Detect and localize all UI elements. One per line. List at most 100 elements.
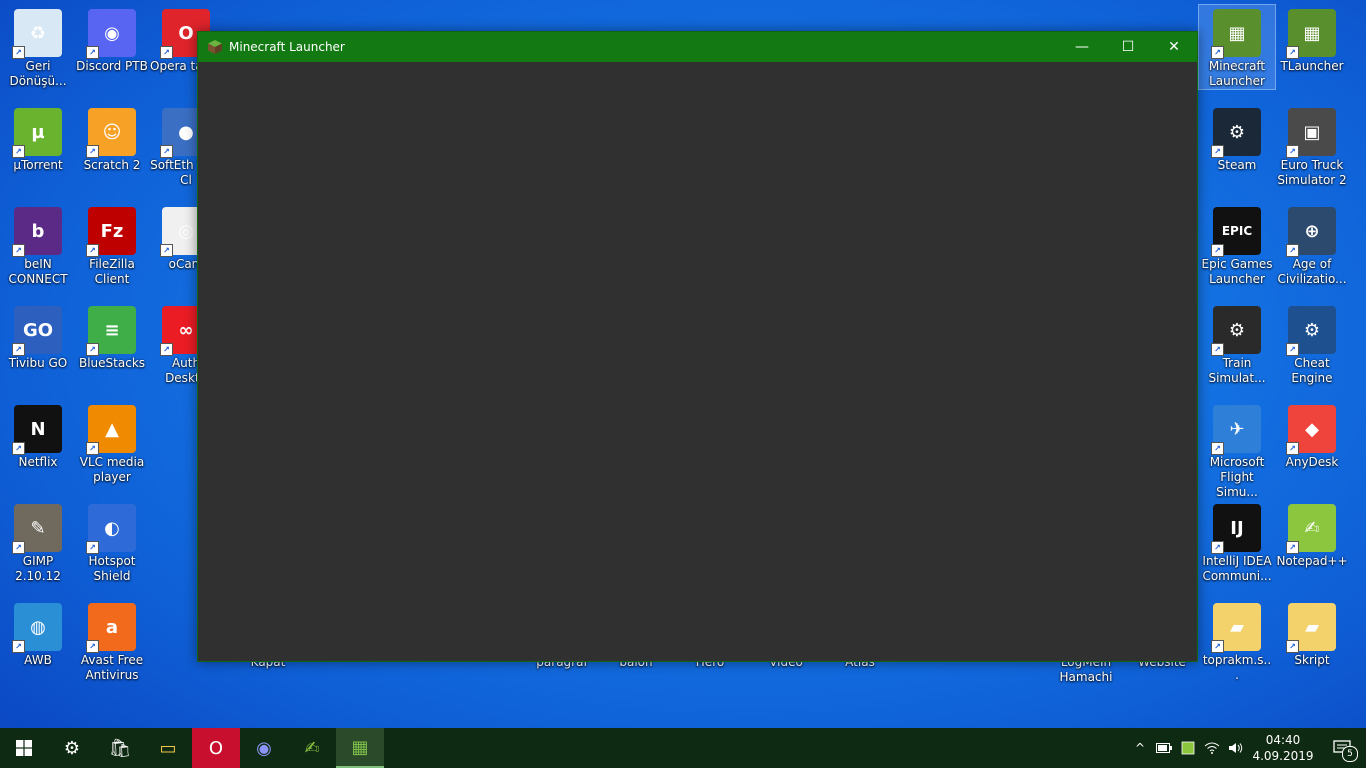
desktop-icon-label: Skript bbox=[1294, 653, 1330, 667]
notepad-tray-icon[interactable] bbox=[1176, 728, 1200, 768]
desktop-icon-netflix[interactable]: N ↗ Netflix bbox=[0, 401, 76, 470]
vlc-icon: ▲ ↗ bbox=[86, 405, 136, 455]
desktop-icon-label: Tivibu GO bbox=[8, 356, 68, 370]
epic-games-icon: EPIC ↗ bbox=[1211, 207, 1261, 257]
taskbar-pinned-apps: ⚙ 🛍 ▭ O ◉ ✍ ▦ bbox=[48, 728, 384, 768]
steam-icon: ⚙ ↗ bbox=[1211, 306, 1261, 356]
desktop-icon-vlc[interactable]: ▲ ↗ VLC media player bbox=[74, 401, 150, 485]
desktop-icon-gimp[interactable]: ✎ ↗ GIMP 2.10.12 bbox=[0, 500, 76, 584]
desktop-icon-scratch[interactable]: ☺ ↗ Scratch 2 bbox=[74, 104, 150, 173]
desktop-icon-msfs[interactable]: ✈ ↗ Microsoft Flight Simu... bbox=[1199, 401, 1275, 500]
desktop-icon-intellij[interactable]: IJ ↗ IntelliJ IDEA Communi... bbox=[1199, 500, 1275, 584]
desktop-icon-label: TLauncher bbox=[1280, 59, 1344, 73]
shortcut-arrow-icon: ↗ bbox=[12, 343, 25, 356]
cheat-engine-icon: ⚙ ↗ bbox=[1286, 306, 1336, 356]
desktop-icon-cheat-engine[interactable]: ⚙ ↗ Cheat Engine bbox=[1274, 302, 1350, 386]
shortcut-arrow-icon: ↗ bbox=[1286, 442, 1299, 455]
taskbar-settings-button[interactable]: ⚙ bbox=[48, 728, 96, 768]
desktop-icon-hotspot[interactable]: ◐ ↗ Hotspot Shield bbox=[74, 500, 150, 584]
settings-icon: ⚙ bbox=[63, 737, 81, 759]
shortcut-arrow-icon: ↗ bbox=[86, 244, 99, 257]
action-center-button[interactable]: 5 bbox=[1318, 728, 1366, 768]
taskbar-store-button[interactable]: 🛍 bbox=[96, 728, 144, 768]
globe-icon: ◍ ↗ bbox=[12, 603, 62, 653]
desktop-icon-label: toprakm.s... bbox=[1202, 653, 1272, 682]
minecraft-icon: ▦ bbox=[351, 736, 369, 758]
hotspot-shield-icon: ◐ ↗ bbox=[86, 504, 136, 554]
folder-icon: ▰ ↗ bbox=[1286, 603, 1336, 653]
shortcut-arrow-icon: ↗ bbox=[86, 640, 99, 653]
taskbar-discord-button[interactable]: ◉ bbox=[240, 728, 288, 768]
desktop-icon-filezilla[interactable]: Fz ↗ FileZilla Client bbox=[74, 203, 150, 287]
chevron-up-icon[interactable]: ^ bbox=[1128, 728, 1152, 768]
wifi-icon[interactable] bbox=[1200, 728, 1224, 768]
desktop-icon-ets2[interactable]: ▣ ↗ Euro Truck Simulator 2 bbox=[1274, 104, 1350, 188]
desktop-icon-label: Netflix bbox=[18, 455, 58, 469]
desktop-icon-minecraft-launcher[interactable]: ▦ ↗ Minecraft Launcher bbox=[1198, 4, 1276, 90]
desktop-icon-skript[interactable]: ▰ ↗ Skript bbox=[1274, 599, 1350, 668]
desktop-icon-toprakm[interactable]: ▰ ↗ toprakm.s... bbox=[1199, 599, 1275, 683]
clock-time: 04:40 bbox=[1265, 733, 1301, 747]
desktop-icon-awb[interactable]: ◍ ↗ AWB bbox=[0, 599, 76, 668]
maximize-button[interactable]: ☐ bbox=[1105, 32, 1151, 62]
desktop-icon-notepadpp[interactable]: ✍ ↗ Notepad++ bbox=[1274, 500, 1350, 569]
scratch-icon: ☺ ↗ bbox=[86, 108, 136, 158]
desktop-icon-bein[interactable]: b ↗ beIN CONNECT bbox=[0, 203, 76, 287]
desktop-icon-label: beIN CONNECT bbox=[8, 257, 68, 286]
shortcut-arrow-icon: ↗ bbox=[12, 244, 25, 257]
shortcut-arrow-icon: ↗ bbox=[1286, 343, 1299, 356]
desktop-icon-label: Minecraft Launcher bbox=[1208, 59, 1266, 88]
taskbar-file-explorer-button[interactable]: ▭ bbox=[144, 728, 192, 768]
minimize-button[interactable]: — bbox=[1059, 32, 1105, 62]
desktop-icon-label: Train Simulat... bbox=[1208, 356, 1266, 385]
desktop-icon-tlauncher[interactable]: ▦ ↗ TLauncher bbox=[1274, 5, 1350, 74]
desktop-icon-label: Hotspot Shield bbox=[88, 554, 136, 583]
steam-icon: ⚙ ↗ bbox=[1211, 108, 1261, 158]
desktop-icon-tivibu[interactable]: GO ↗ Tivibu GO bbox=[0, 302, 76, 371]
volume-icon[interactable] bbox=[1224, 728, 1248, 768]
shortcut-arrow-icon: ↗ bbox=[12, 442, 25, 455]
store-icon: 🛍 bbox=[108, 737, 132, 759]
utorrent-icon: µ ↗ bbox=[12, 108, 62, 158]
desktop-icon-label: Avast Free Antivirus bbox=[80, 653, 144, 682]
netflix-icon: N ↗ bbox=[12, 405, 62, 455]
desktop-icon-discord-ptb[interactable]: ◉ ↗ Discord PTB bbox=[74, 5, 150, 74]
minecraft-launcher-window[interactable]: Minecraft Launcher — ☐ ✕ bbox=[197, 31, 1198, 662]
taskbar-minecraft-button[interactable]: ▦ bbox=[336, 728, 384, 768]
desktop-icon-label: Euro Truck Simulator 2 bbox=[1277, 158, 1347, 187]
taskbar-opera-button[interactable]: O bbox=[192, 728, 240, 768]
recycle-bin-icon: ♻ ↗ bbox=[12, 9, 62, 59]
desktop-icon-recycle-bin[interactable]: ♻ ↗ Geri Dönüşü... bbox=[0, 5, 76, 89]
shortcut-arrow-icon: ↗ bbox=[12, 541, 25, 554]
desktop-icon-aoe[interactable]: ⊕ ↗ Age of Civilizatio... bbox=[1274, 203, 1350, 287]
desktop-icon-bluestacks[interactable]: ≡ ↗ BlueStacks bbox=[74, 302, 150, 371]
desktop-icon-label: GIMP 2.10.12 bbox=[15, 554, 61, 583]
desktop-icon-anydesk[interactable]: ◆ ↗ AnyDesk bbox=[1274, 401, 1350, 470]
desktop-icon-steam[interactable]: ⚙ ↗ Steam bbox=[1199, 104, 1275, 173]
shortcut-arrow-icon: ↗ bbox=[86, 145, 99, 158]
shortcut-arrow-icon: ↗ bbox=[1286, 46, 1299, 59]
minecraft-grass-block-icon: ▦ ↗ bbox=[1211, 9, 1261, 59]
minimize-icon: — bbox=[1075, 39, 1089, 55]
close-button[interactable]: ✕ bbox=[1151, 32, 1197, 62]
age-of-empires-icon: ⊕ ↗ bbox=[1286, 207, 1336, 257]
clock-date: 4.09.2019 bbox=[1252, 749, 1314, 763]
shortcut-arrow-icon: ↗ bbox=[1211, 46, 1224, 59]
desktop-icon-train[interactable]: ⚙ ↗ Train Simulat... bbox=[1199, 302, 1275, 386]
clock[interactable]: 04:40 4.09.2019 bbox=[1248, 732, 1318, 764]
desktop-icon-utorrent[interactable]: µ ↗ µTorrent bbox=[0, 104, 76, 173]
taskbar-notepad-plus-plus-button[interactable]: ✍ bbox=[288, 728, 336, 768]
desktop-icon-label: Notepad++ bbox=[1276, 554, 1348, 568]
desktop-icon-label: Epic Games Launcher bbox=[1201, 257, 1273, 286]
avast-icon: a ↗ bbox=[86, 603, 136, 653]
desktop-icon-avast[interactable]: a ↗ Avast Free Antivirus bbox=[74, 599, 150, 683]
desktop-icon-label: AWB bbox=[24, 653, 52, 667]
shortcut-arrow-icon: ↗ bbox=[1286, 145, 1299, 158]
desktop-icon-epic[interactable]: EPIC ↗ Epic Games Launcher bbox=[1199, 203, 1275, 287]
truck-icon: ▣ ↗ bbox=[1286, 108, 1336, 158]
shortcut-arrow-icon: ↗ bbox=[86, 46, 99, 59]
start-button[interactable] bbox=[0, 728, 48, 768]
battery-icon[interactable] bbox=[1152, 728, 1176, 768]
window-titlebar[interactable]: Minecraft Launcher — ☐ ✕ bbox=[198, 32, 1197, 62]
desktop-icon-label: Steam bbox=[1217, 158, 1257, 172]
